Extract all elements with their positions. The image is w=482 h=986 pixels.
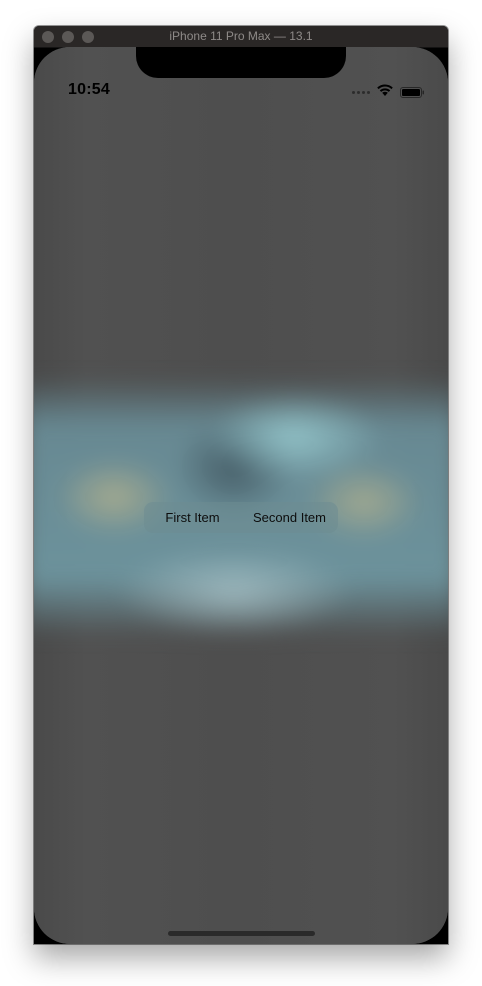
wifi-icon (377, 84, 393, 96)
segment-second-item[interactable]: Second Item (241, 502, 338, 533)
window-titlebar[interactable]: iPhone 11 Pro Max — 13.1 (34, 26, 448, 48)
signal-icon (352, 91, 374, 95)
device-screen: 10:54 First Item Second Item (34, 47, 448, 944)
battery-icon (400, 87, 424, 98)
simulator-window: iPhone 11 Pro Max — 13.1 10:54 First Ite… (34, 26, 448, 944)
device-notch (136, 47, 346, 78)
window-title: iPhone 11 Pro Max — 13.1 (169, 29, 313, 43)
status-bar-time: 10:54 (68, 81, 110, 98)
segment-label: Second Item (253, 510, 326, 525)
segment-label: First Item (165, 510, 220, 525)
segment-first-item[interactable]: First Item (144, 502, 241, 533)
segmented-control[interactable]: First Item Second Item (144, 502, 338, 533)
home-indicator[interactable] (168, 931, 315, 936)
